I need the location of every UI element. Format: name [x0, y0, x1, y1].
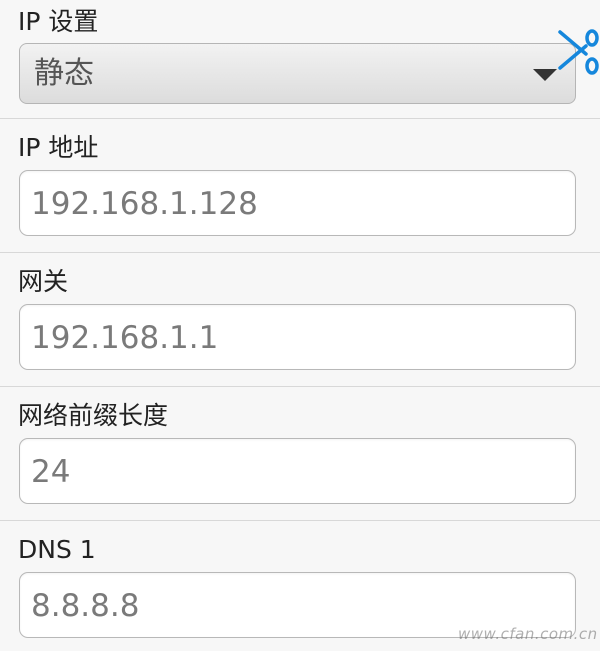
prefix-length-field[interactable]: 24 [19, 438, 576, 504]
gateway-field[interactable]: 192.168.1.1 [19, 304, 576, 370]
watermark: www.cfan.com.cn [458, 625, 598, 643]
ip-address-label: IP 地址 [18, 133, 99, 162]
ip-settings-label: IP 设置 [18, 7, 99, 36]
ip-address-section: IP 地址 192.168.1.128 [0, 119, 600, 252]
scissors-icon [558, 29, 599, 75]
ip-settings-section: IP 设置 静态 [0, 0, 600, 118]
dns1-value: 8.8.8.8 [31, 588, 140, 624]
network-settings-form: IP 设置 静态 IP 地址 192.168.1.128 网关 192.168.… [0, 0, 600, 651]
prefix-length-section: 网络前缀长度 24 [0, 387, 600, 520]
ip-settings-selected-value: 静态 [34, 56, 94, 91]
gateway-label: 网关 [18, 267, 69, 296]
ip-settings-dropdown[interactable]: 静态 [19, 43, 576, 104]
gateway-value: 192.168.1.1 [31, 320, 219, 356]
gateway-section: 网关 192.168.1.1 [0, 253, 600, 386]
ip-address-field[interactable]: 192.168.1.128 [19, 170, 576, 236]
prefix-length-value: 24 [31, 454, 71, 490]
prefix-length-label: 网络前缀长度 [18, 401, 169, 430]
dns1-label: DNS 1 [18, 535, 96, 564]
ip-address-value: 192.168.1.128 [31, 186, 258, 222]
